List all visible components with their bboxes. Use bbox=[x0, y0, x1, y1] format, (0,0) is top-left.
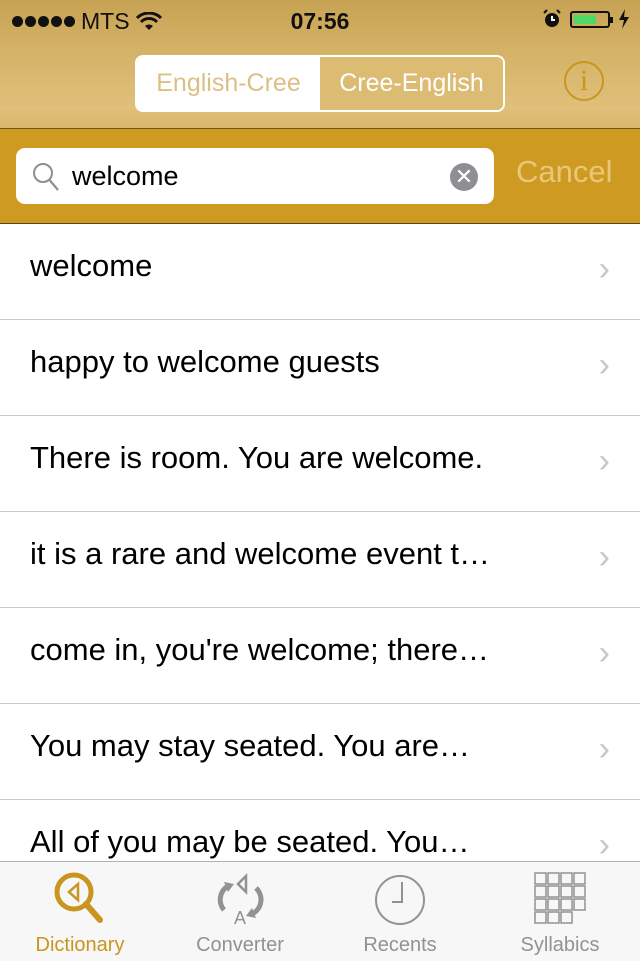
chevron-right-icon: › bbox=[598, 538, 610, 576]
converter-icon: A bbox=[217, 872, 264, 928]
tab-recents[interactable]: Recents bbox=[320, 862, 480, 961]
result-text: happy to welcome guests bbox=[30, 344, 380, 379]
info-icon[interactable]: i bbox=[564, 61, 604, 101]
segment-cree-english[interactable]: Cree-English bbox=[320, 57, 503, 110]
chevron-right-icon: › bbox=[598, 250, 610, 288]
tab-label: Syllabics bbox=[520, 934, 600, 956]
tab-bar: Dictionary A Converter Recents Syllabics bbox=[0, 861, 640, 961]
list-item[interactable]: it is a rare and welcome event t… › bbox=[0, 512, 640, 608]
result-text: There is room. You are welcome. bbox=[30, 440, 484, 475]
list-item[interactable]: happy to welcome guests › bbox=[0, 320, 640, 416]
charging-icon bbox=[619, 9, 629, 29]
segment-english-cree[interactable]: English-Cree bbox=[137, 57, 320, 110]
chevron-right-icon: › bbox=[598, 442, 610, 480]
header: MTS 07:56 English-Cree Cree-English i bbox=[0, 0, 640, 129]
result-text: come in, you're welcome; there… bbox=[30, 632, 490, 667]
clock-icon bbox=[375, 875, 425, 925]
list-item[interactable]: All of you may be seated. You… › bbox=[0, 800, 640, 861]
tab-label: Dictionary bbox=[35, 934, 125, 956]
tab-syllabics[interactable]: Syllabics bbox=[480, 862, 640, 961]
tab-dictionary[interactable]: Dictionary bbox=[0, 862, 160, 961]
language-segmented-control: English-Cree Cree-English bbox=[135, 55, 505, 112]
grid-icon bbox=[534, 872, 586, 924]
chevron-right-icon: › bbox=[598, 826, 610, 861]
battery-icon bbox=[570, 10, 613, 28]
search-field: ✕ bbox=[16, 148, 494, 204]
svg-text:A: A bbox=[234, 908, 246, 928]
alarm-icon bbox=[543, 9, 561, 27]
tab-label: Recents bbox=[363, 934, 437, 956]
dictionary-search-icon bbox=[54, 872, 103, 923]
result-text: welcome bbox=[30, 248, 153, 283]
result-text: You may stay seated. You are… bbox=[30, 728, 471, 763]
list-item[interactable]: come in, you're welcome; there… › bbox=[0, 608, 640, 704]
chevron-right-icon: › bbox=[598, 346, 610, 384]
results-list: welcome › happy to welcome guests › There … bbox=[0, 224, 640, 861]
search-icon bbox=[33, 163, 59, 191]
status-bar: MTS 07:56 bbox=[0, 0, 640, 40]
list-item[interactable]: There is room. You are welcome. › bbox=[0, 416, 640, 512]
result-text: it is a rare and welcome event t… bbox=[30, 536, 491, 571]
search-input[interactable] bbox=[72, 156, 432, 196]
tab-label: Converter bbox=[196, 934, 284, 956]
tab-converter[interactable]: A Converter bbox=[160, 862, 320, 961]
list-item[interactable]: welcome › bbox=[0, 224, 640, 320]
cancel-button[interactable]: Cancel bbox=[516, 154, 613, 190]
result-text: All of you may be seated. You… bbox=[30, 824, 470, 859]
chevron-right-icon: › bbox=[598, 634, 610, 672]
search-bar: ✕ Cancel bbox=[0, 129, 640, 224]
list-item[interactable]: You may stay seated. You are… › bbox=[0, 704, 640, 800]
chevron-right-icon: › bbox=[598, 730, 610, 768]
clear-search-icon[interactable]: ✕ bbox=[450, 163, 478, 191]
